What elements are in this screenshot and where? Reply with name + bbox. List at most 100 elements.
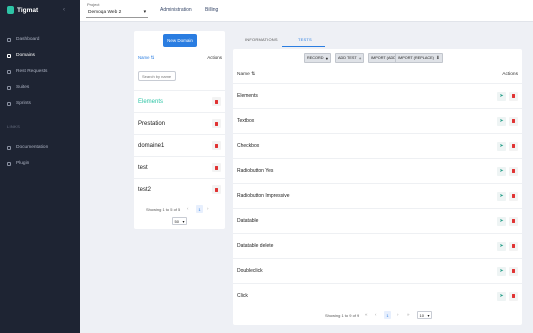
first-page-icon[interactable]: « [365, 312, 368, 317]
project-select-value: Demoqa Web 2 [88, 10, 122, 15]
delete-domain-button[interactable] [212, 119, 221, 128]
delete-test-button[interactable] [509, 241, 518, 251]
current-page-button[interactable]: 1 [384, 311, 391, 319]
per-page-select[interactable]: 50 ▾ [172, 217, 187, 225]
delete-test-button[interactable] [509, 141, 518, 151]
sidebar-item-rest-requests[interactable]: Rest Requests [7, 69, 47, 74]
run-test-button[interactable]: ➤ [497, 216, 506, 226]
suites-icon [7, 85, 11, 90]
trash-icon [214, 187, 219, 192]
sidebar-item-domains[interactable]: Domains [7, 53, 35, 58]
project-select[interactable]: Demoqa Web 2 ▾ [86, 8, 148, 18]
sidebar-item-suites[interactable]: Suites [7, 85, 29, 90]
delete-test-button[interactable] [509, 291, 518, 301]
last-page-icon[interactable]: » [407, 312, 410, 317]
prev-page-icon[interactable]: ‹ [375, 312, 377, 317]
per-page-select[interactable]: 10 ▾ [417, 311, 432, 319]
delete-test-button[interactable] [509, 191, 518, 201]
domain-row[interactable]: test2 [134, 178, 225, 200]
record-button[interactable]: RECORD ● [304, 53, 332, 63]
delete-domain-button[interactable] [212, 163, 221, 172]
trash-icon [214, 143, 219, 148]
test-row[interactable]: Elements ➤ [233, 83, 522, 108]
pagination-summary: Showing 1 to 9 of 9 [325, 313, 360, 318]
next-page-icon[interactable]: › [207, 206, 209, 211]
trash-icon [214, 99, 219, 104]
sidebar-item-label: Suites [16, 85, 30, 90]
tigmat-logo-icon [7, 6, 14, 14]
tab-tests[interactable]: TESTS [298, 37, 312, 42]
domains-icon [7, 53, 11, 58]
app-logo[interactable]: Tigmat [7, 6, 38, 14]
prev-page-icon[interactable]: ‹ [187, 206, 189, 211]
tab-informations[interactable]: INFORMATIONS [245, 37, 278, 42]
trash-icon [511, 169, 516, 173]
domain-row[interactable]: domaine1 [134, 134, 225, 156]
billing-link[interactable]: Billing [205, 7, 218, 13]
test-row[interactable]: Datatable delete ➤ [233, 233, 522, 258]
test-name: Click [237, 293, 248, 299]
trash-icon [511, 94, 516, 98]
project-label: Project [87, 2, 100, 7]
trash-icon [511, 244, 516, 248]
test-row[interactable]: Datatable ➤ [233, 208, 522, 233]
run-test-button[interactable]: ➤ [497, 191, 506, 201]
domain-name: Elements [138, 98, 164, 105]
test-name: Datatable [237, 218, 259, 224]
domain-name: Prestation [138, 120, 166, 127]
administration-link[interactable]: Administration [160, 7, 192, 13]
test-row[interactable]: Checkbox ➤ [233, 133, 522, 158]
send-icon: ➤ [499, 93, 504, 99]
trash-icon [511, 219, 516, 223]
domain-row[interactable]: Prestation [134, 112, 225, 134]
send-icon: ➤ [499, 118, 504, 124]
run-test-button[interactable]: ➤ [497, 116, 506, 126]
run-test-button[interactable]: ➤ [497, 266, 506, 276]
send-icon: ➤ [499, 218, 504, 224]
test-row[interactable]: Radiobutton Impressive ➤ [233, 183, 522, 208]
sidebar-item-plugin[interactable]: Plugin [7, 161, 29, 166]
delete-domain-button[interactable] [212, 141, 221, 150]
trash-icon [511, 194, 516, 198]
delete-test-button[interactable] [509, 266, 518, 276]
trash-icon [511, 119, 516, 123]
run-test-button[interactable]: ➤ [497, 141, 506, 151]
domains-name-column-header[interactable]: Name ⇅ [138, 55, 154, 61]
delete-domain-button[interactable] [212, 97, 221, 106]
sidebar-item-sprints[interactable]: Sprints [7, 101, 31, 106]
run-test-button[interactable]: ➤ [497, 291, 506, 301]
current-page-button[interactable]: 1 [196, 205, 203, 213]
chevron-down-icon: ▾ [427, 312, 430, 318]
sidebar-item-documentation[interactable]: Documentation [7, 145, 48, 150]
collapse-sidebar-icon[interactable]: ‹ [63, 7, 65, 13]
sort-icon: ⇅ [150, 55, 155, 60]
delete-test-button[interactable] [509, 166, 518, 176]
run-test-button[interactable]: ➤ [497, 91, 506, 101]
sidebar-item-label: Documentation [16, 145, 49, 150]
new-domain-button[interactable]: New Domain [163, 34, 197, 47]
add-test-button[interactable]: ADD TEST + [335, 53, 365, 63]
run-test-button[interactable]: ➤ [497, 241, 506, 251]
domain-search-input[interactable] [138, 71, 176, 81]
delete-domain-button[interactable] [212, 185, 221, 194]
tests-name-column-header[interactable]: Name ⇅ [237, 72, 255, 77]
test-name: Radiobutton Yes [237, 168, 274, 174]
trash-icon [214, 121, 219, 126]
delete-test-button[interactable] [509, 216, 518, 226]
test-row[interactable]: Doubleclick ➤ [233, 258, 522, 283]
delete-test-button[interactable] [509, 116, 518, 126]
domain-row[interactable]: test [134, 156, 225, 178]
send-icon: ➤ [499, 243, 504, 249]
domain-row[interactable]: Elements [134, 90, 225, 112]
test-row[interactable]: Click ➤ [233, 283, 522, 308]
sidebar-item-label: Dashboard [16, 37, 40, 42]
test-row[interactable]: Radiobutton Yes ➤ [233, 158, 522, 183]
sidebar-item-dashboard[interactable]: Dashboard [7, 37, 39, 42]
run-test-button[interactable]: ➤ [497, 166, 506, 176]
next-page-icon[interactable]: › [397, 312, 399, 317]
import-replace-button[interactable]: IMPORT (REPLACE) ⬇ [395, 53, 443, 63]
test-row[interactable]: Textbox ➤ [233, 108, 522, 133]
delete-test-button[interactable] [509, 91, 518, 101]
send-icon: ➤ [499, 268, 504, 274]
column-header-label: Name [237, 72, 250, 77]
